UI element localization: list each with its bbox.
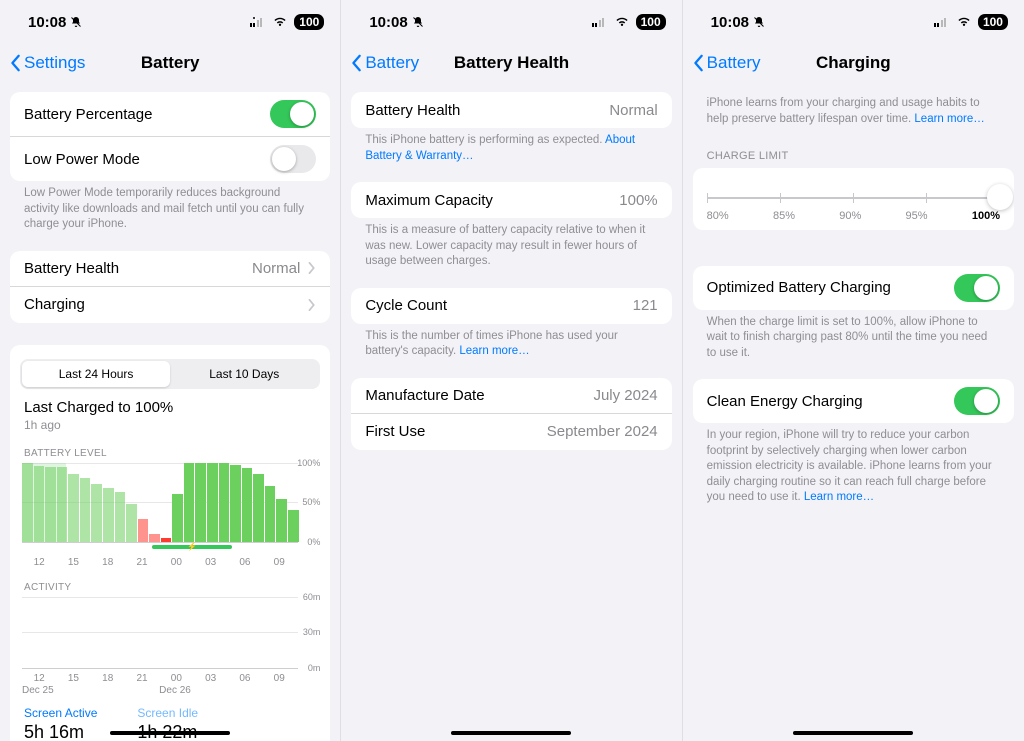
wifi-icon (614, 16, 630, 28)
time-range-segmented[interactable]: Last 24 Hours Last 10 Days (20, 359, 320, 389)
activity-chart: 60m 30m 0m (22, 597, 298, 669)
cycle-note: This is the number of times iPhone has u… (351, 324, 671, 360)
dnd-icon (753, 16, 765, 28)
status-time: 10:08 (711, 14, 749, 31)
battery-health-row[interactable]: Battery Health Normal (10, 251, 330, 287)
x-axis-hours: 1215182100030609 (20, 669, 298, 684)
back-label: Battery (707, 53, 761, 73)
status-icons: 100 (592, 14, 666, 30)
status-time: 10:08 (369, 14, 407, 31)
back-button[interactable]: Battery (693, 53, 761, 73)
wifi-icon (272, 16, 288, 28)
optimized-charging-note: When the charge limit is set to 100%, al… (693, 310, 1014, 362)
status-bar: 10:08 100 (683, 0, 1024, 44)
bolt-icon: ⚡ (152, 542, 232, 551)
charging-screen: 10:08 100 Battery Charging iPhone learns… (683, 0, 1024, 741)
status-battery: 100 (294, 14, 324, 30)
home-indicator[interactable] (793, 731, 913, 735)
low-power-mode-note: Low Power Mode temporarily reduces backg… (10, 181, 330, 233)
health-row: Battery Health Normal (351, 92, 671, 128)
back-button[interactable]: Battery (351, 53, 419, 73)
clean-energy-label: Clean Energy Charging (707, 393, 954, 410)
wifi-icon (956, 16, 972, 28)
optimized-charging-label: Optimized Battery Charging (707, 279, 954, 296)
cellular-icon (934, 17, 950, 27)
last-charged-sub: 1h ago (24, 418, 316, 432)
cellular-icon (250, 17, 266, 27)
battery-health-label: Battery Health (24, 260, 252, 277)
chevron-left-icon (10, 54, 22, 72)
last-charged-title: Last Charged to 100% (24, 399, 316, 416)
charge-limit-slider[interactable] (707, 188, 1000, 190)
screen-idle-stat: Screen Idle 1h 22m (137, 706, 198, 741)
seg-last-24h[interactable]: Last 24 Hours (22, 361, 170, 387)
charging-row[interactable]: Charging (10, 287, 330, 323)
max-capacity-note: This is a measure of battery capacity re… (351, 218, 671, 270)
slider-knob[interactable] (987, 184, 1013, 210)
low-power-mode-row[interactable]: Low Power Mode (10, 137, 330, 181)
optimized-charging-toggle[interactable] (954, 274, 1000, 302)
clean-energy-note: In your region, iPhone will try to reduc… (693, 423, 1014, 506)
cycle-learn-more-link[interactable]: Learn more… (459, 345, 529, 357)
battery-health-value: Normal (252, 260, 300, 277)
back-button[interactable]: Settings (10, 53, 85, 73)
status-icons: 100 (250, 14, 324, 30)
chevron-right-icon (308, 299, 316, 311)
charging-label: Charging (24, 296, 300, 313)
battery-settings-screen: 10:08 100 Settings Battery Battery Perce… (0, 0, 341, 741)
x-axis-dates: Dec 25 Dec 26 (20, 684, 298, 696)
charging-intro: iPhone learns from your charging and usa… (693, 82, 1014, 127)
home-indicator[interactable] (451, 731, 571, 735)
nav-bar: Settings Battery (0, 44, 340, 82)
manufacture-date-row: Manufacture Date July 2024 (351, 378, 671, 414)
low-power-mode-toggle[interactable] (270, 145, 316, 173)
cellular-icon (592, 17, 608, 27)
back-label: Battery (365, 53, 419, 73)
dnd-icon (70, 16, 82, 28)
seg-last-10d[interactable]: Last 10 Days (170, 361, 318, 387)
clean-energy-learn-more-link[interactable]: Learn more… (804, 491, 874, 503)
back-label: Settings (24, 53, 85, 73)
slider-labels: 80% 85% 90% 95% 100% (707, 210, 1000, 222)
low-power-mode-label: Low Power Mode (24, 151, 270, 168)
status-battery: 100 (636, 14, 666, 30)
max-capacity-row: Maximum Capacity 100% (351, 182, 671, 218)
battery-percentage-toggle[interactable] (270, 100, 316, 128)
dnd-icon (412, 16, 424, 28)
status-bar: 10:08 100 (341, 0, 681, 44)
x-axis-hours: 1215182100030609 (20, 553, 298, 568)
chevron-left-icon (693, 54, 705, 72)
home-indicator[interactable] (110, 731, 230, 735)
status-icons: 100 (934, 14, 1008, 30)
status-bar: 10:08 100 (0, 0, 340, 44)
activity-label: ACTIVITY (20, 568, 320, 595)
charging-learn-more-link[interactable]: Learn more… (914, 113, 984, 125)
battery-health-screen: 10:08 100 Battery Battery Health Battery… (341, 0, 682, 741)
chevron-right-icon (308, 262, 316, 274)
chevron-left-icon (351, 54, 363, 72)
optimized-charging-row[interactable]: Optimized Battery Charging (693, 266, 1014, 310)
battery-percentage-row[interactable]: Battery Percentage (10, 92, 330, 137)
battery-level-label: BATTERY LEVEL (20, 434, 320, 461)
clean-energy-toggle[interactable] (954, 387, 1000, 415)
screen-active-stat: Screen Active 5h 16m (24, 706, 97, 741)
cycle-count-row: Cycle Count 121 (351, 288, 671, 324)
battery-percentage-label: Battery Percentage (24, 106, 270, 123)
first-use-row: First Use September 2024 (351, 414, 671, 450)
charge-limit-header: CHARGE LIMIT (693, 147, 1014, 164)
status-battery: 100 (978, 14, 1008, 30)
battery-level-chart: 100% 50% 0% ⚡ (22, 463, 298, 543)
clean-energy-row[interactable]: Clean Energy Charging (693, 379, 1014, 423)
health-note: This iPhone battery is performing as exp… (351, 128, 671, 164)
status-time: 10:08 (28, 14, 66, 31)
